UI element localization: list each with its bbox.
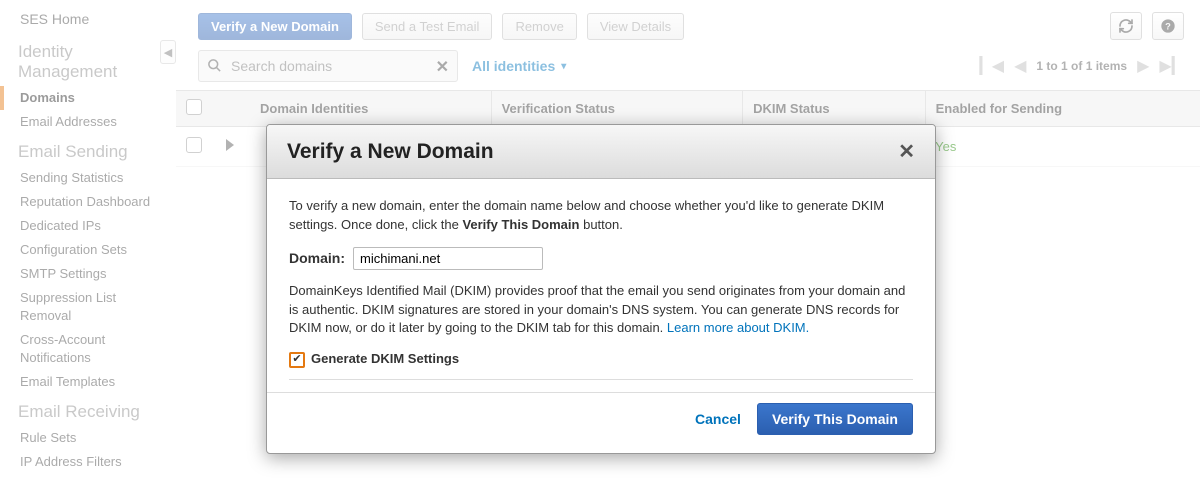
dkim-description: DomainKeys Identified Mail (DKIM) provid… [289, 282, 913, 339]
dkim-description-text: DomainKeys Identified Mail (DKIM) provid… [289, 283, 905, 336]
generate-dkim-checkbox[interactable]: ✔ Generate DKIM Settings [289, 350, 913, 369]
verify-this-domain-button[interactable]: Verify This Domain [757, 403, 913, 435]
domain-field-row: Domain: [289, 247, 913, 270]
domain-input[interactable] [353, 247, 543, 270]
modal-header: Verify a New Domain ✕ [267, 125, 935, 179]
modal-divider [289, 379, 913, 380]
modal-intro-strong: Verify This Domain [462, 217, 579, 232]
generate-dkim-label: Generate DKIM Settings [311, 350, 459, 369]
modal-body: To verify a new domain, enter the domain… [267, 179, 935, 388]
modal-title: Verify a New Domain [287, 140, 494, 164]
close-icon[interactable]: ✕ [898, 139, 915, 164]
checkbox-icon: ✔ [289, 352, 305, 368]
cancel-button[interactable]: Cancel [695, 411, 741, 427]
learn-more-link[interactable]: Learn more about DKIM. [667, 320, 809, 335]
domain-label: Domain: [289, 248, 345, 268]
modal-intro: To verify a new domain, enter the domain… [289, 197, 913, 235]
modal-footer: Cancel Verify This Domain [267, 392, 935, 453]
modal-intro-text-b: button. [579, 217, 622, 232]
verify-domain-modal: Verify a New Domain ✕ To verify a new do… [266, 124, 936, 454]
